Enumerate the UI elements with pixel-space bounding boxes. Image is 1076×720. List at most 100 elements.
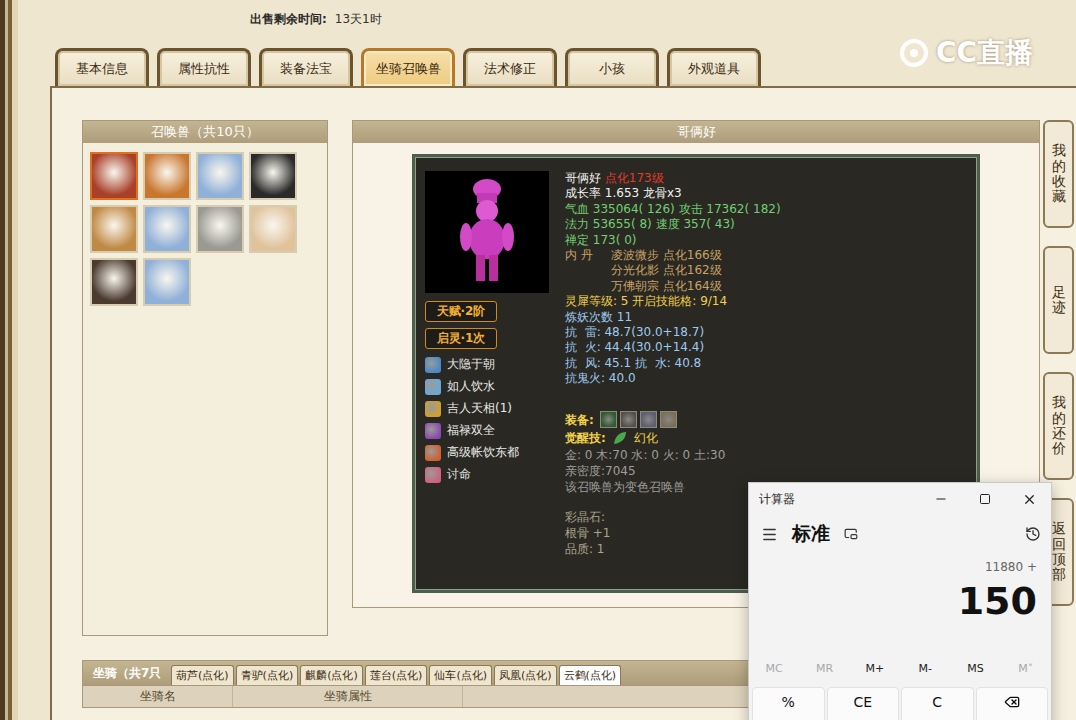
skill-icon: [425, 467, 441, 483]
talent-badge: 启灵·1次: [425, 328, 497, 349]
mount-tab[interactable]: 云鹤(点化): [559, 665, 622, 685]
pet-portrait: [425, 171, 549, 293]
note-line: 金: 0 木:70 水: 0 火: 0 土:30: [565, 447, 967, 463]
side-button[interactable]: 我的还价: [1043, 372, 1074, 480]
text-segment: 抗 风: 45.1 抗 水: 40.8: [565, 356, 701, 370]
tab[interactable]: 装备法宝: [259, 48, 353, 86]
pet-avatar[interactable]: [249, 152, 297, 200]
mount-tab[interactable]: 莲台(点化): [365, 665, 428, 685]
column-header: 坐骑名: [83, 686, 233, 707]
sale-time-label: 出售剩余时间:: [250, 11, 327, 48]
pet-grid: [83, 143, 327, 315]
equipment-label: 装备:: [565, 411, 594, 429]
text-segment: 哥俩好: [565, 171, 605, 185]
pet-avatar[interactable]: [196, 152, 244, 200]
pet-list-panel: 召唤兽（共10只）: [82, 120, 328, 636]
maximize-button[interactable]: [963, 483, 1007, 515]
memory-button[interactable]: M˅: [1001, 662, 1051, 675]
tab[interactable]: 法术修正: [463, 48, 557, 86]
pet-avatar[interactable]: [143, 258, 191, 306]
memory-button[interactable]: M-: [900, 662, 950, 675]
pet-avatar[interactable]: [143, 205, 191, 253]
resist-line: 抗 雷: 48.7(30.0+18.7): [565, 325, 967, 340]
badge-list: 天赋·2阶启灵·1次: [425, 301, 549, 349]
mount-tab[interactable]: 麒麟(点化): [300, 665, 363, 685]
left-border: [0, 0, 18, 720]
leaf-icon: [612, 430, 628, 446]
stat-line: 法力 53655( 8) 速度 357( 43): [565, 217, 967, 232]
pet-avatar[interactable]: [249, 205, 297, 253]
cloud-logo-icon: [898, 38, 932, 68]
skill-item[interactable]: 吉人天相(1): [425, 400, 549, 417]
sale-time-value: 13天1时: [335, 11, 382, 48]
text-segment: 该召唤兽为变色召唤兽: [565, 480, 685, 494]
maximize-icon: [979, 493, 991, 505]
text-segment: 抗鬼火: 40.0: [565, 371, 636, 385]
text-segment: 炼妖次数 11: [565, 310, 632, 324]
neidan-item: 分光化影 点化162级: [611, 263, 722, 278]
calculator-title: 计算器: [759, 491, 919, 508]
tab[interactable]: 坐骑召唤兽: [361, 48, 455, 86]
skill-item[interactable]: 如人饮水: [425, 378, 549, 395]
tab[interactable]: 属性抗性: [157, 48, 251, 86]
note-line: 亲密度:7045: [565, 463, 967, 479]
pet-avatar[interactable]: [90, 152, 138, 200]
memory-button[interactable]: MR: [799, 662, 849, 675]
calc-key[interactable]: %: [752, 687, 825, 720]
text-segment: 彩晶石:: [565, 510, 605, 524]
history-button[interactable]: [1025, 526, 1041, 542]
mount-tab[interactable]: 凤凰(点化): [494, 665, 557, 685]
equipment-icon[interactable]: [640, 411, 657, 428]
mount-tab[interactable]: 仙车(点化): [429, 665, 492, 685]
keep-on-top-button[interactable]: [844, 527, 858, 541]
talent-badge: 天赋·2阶: [425, 301, 497, 322]
text-segment: 灵犀等级: 5 开启技能格: 9/14: [565, 294, 727, 308]
mount-tab[interactable]: 青驴(点化): [236, 665, 299, 685]
side-button[interactable]: 足迹: [1043, 246, 1074, 354]
pet-avatar[interactable]: [90, 205, 138, 253]
pet-avatar[interactable]: [90, 258, 138, 306]
skill-item[interactable]: 讨命: [425, 466, 549, 483]
skill-item[interactable]: 福禄双全: [425, 422, 549, 439]
close-button[interactable]: [1007, 483, 1051, 515]
tab[interactable]: 基本信息: [55, 48, 149, 86]
skill-item[interactable]: 大隐于朝: [425, 356, 549, 373]
equipment-icon[interactable]: [660, 411, 677, 428]
calc-key[interactable]: C: [901, 687, 974, 720]
pet-figure-icon: [452, 177, 522, 287]
memory-button[interactable]: MC: [749, 662, 799, 675]
calc-key[interactable]: CE: [827, 687, 900, 720]
text-segment: 抗 火: 44.4(30.0+14.4): [565, 340, 704, 354]
minimize-button[interactable]: [919, 483, 963, 515]
page: 出售剩余时间:13天1时基本信息属性抗性装备法宝坐骑召唤兽法术修正小孩外观道具召…: [0, 0, 1076, 720]
neidan-item: 凌波微步 点化166级: [611, 248, 722, 263]
equipment-icon[interactable]: [620, 411, 637, 428]
backspace-key[interactable]: [976, 687, 1049, 720]
pet-avatar[interactable]: [196, 205, 244, 253]
menu-button[interactable]: [761, 526, 778, 543]
key-row: %CEC: [749, 681, 1051, 720]
stat-line: 哥俩好 点化173级: [565, 171, 967, 186]
mode-title: 标准: [792, 521, 830, 547]
memory-button[interactable]: MS: [950, 662, 1000, 675]
neidan-list: 凌波微步 点化166级分光化影 点化162级万佛朝宗 点化164级: [611, 248, 722, 294]
stat-line: 禅定 173( 0): [565, 233, 967, 248]
mode-row: 标准: [749, 515, 1051, 553]
pet-left-column: 天赋·2阶启灵·1次大隐于朝如人饮水吉人天相(1) 福禄双全高级帐饮东都讨命: [425, 171, 549, 576]
pet-avatar[interactable]: [143, 152, 191, 200]
skill-item[interactable]: 高级帐饮东都: [425, 444, 549, 461]
awaken-name: 幻化: [634, 429, 658, 447]
close-icon: [1022, 492, 1037, 507]
stat-line: 气血 335064( 126) 攻击 17362( 182): [565, 202, 967, 217]
memory-row: MCMRM+M-MSM˅: [749, 655, 1051, 681]
tab[interactable]: 外观道具: [667, 48, 761, 86]
side-button[interactable]: 我的收藏: [1043, 120, 1074, 228]
neidan-label: 内 丹: [565, 248, 611, 294]
tab[interactable]: 小孩: [565, 48, 659, 86]
memory-button[interactable]: M+: [850, 662, 900, 675]
equipment-icon[interactable]: [600, 411, 617, 428]
mount-tab[interactable]: 葫芦(点化): [171, 665, 234, 685]
keep-on-top-icon: [844, 527, 858, 541]
backspace-icon: [1004, 694, 1020, 710]
calculator-window: 计算器标准11880 +150MCMRM+M-MSM˅%CEC: [748, 482, 1052, 720]
